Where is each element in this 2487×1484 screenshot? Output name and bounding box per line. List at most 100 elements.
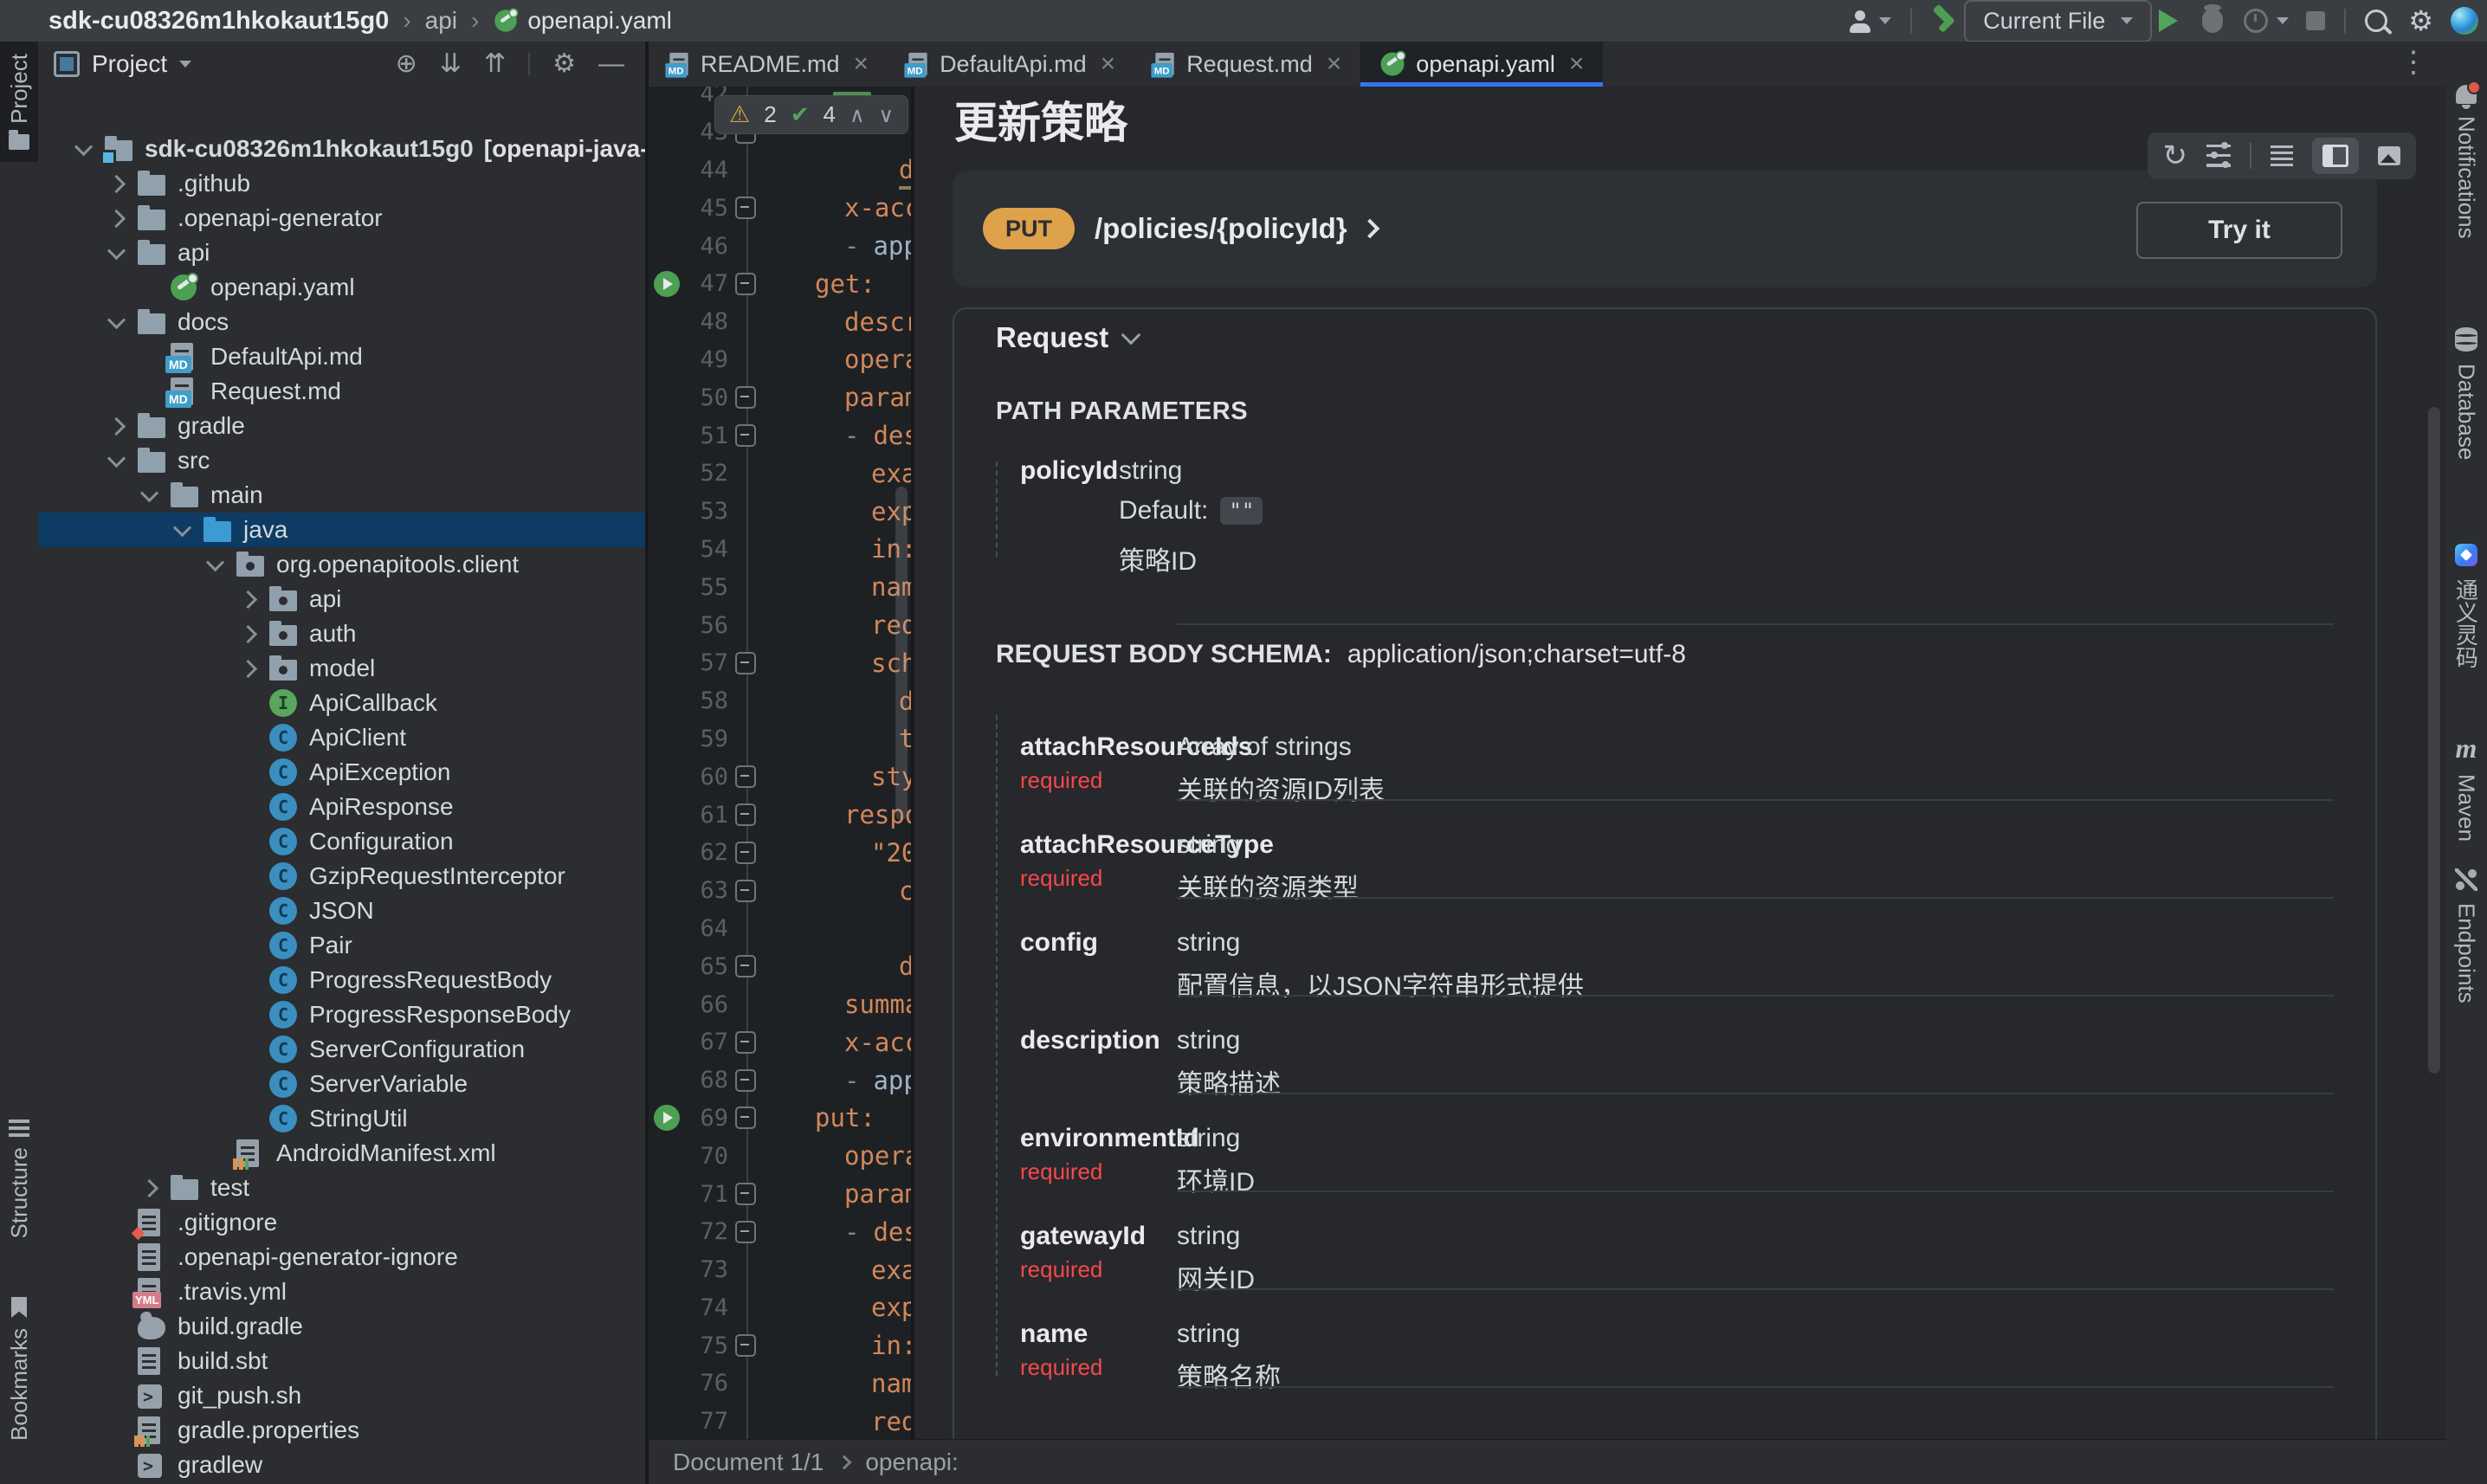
tree-row[interactable]: java [38, 513, 645, 547]
refresh-icon[interactable] [2163, 141, 2188, 171]
tree-row[interactable]: build.sbt [38, 1344, 645, 1378]
tree-row[interactable]: .openapi-generator [38, 201, 645, 236]
tree-row[interactable]: .openapi-generator-ignore [38, 1240, 645, 1274]
tree-chevron-icon[interactable] [239, 624, 257, 642]
tree-row[interactable]: ApiClient [38, 720, 645, 755]
api-endpoint-run-icon[interactable] [654, 1105, 680, 1131]
tree-row[interactable]: src [38, 443, 645, 478]
fold-marker-icon[interactable] [735, 842, 756, 864]
profiler-button[interactable] [2244, 9, 2268, 33]
fold-marker-icon[interactable] [735, 1031, 756, 1054]
tree-row[interactable]: git_push.sh [38, 1378, 645, 1413]
tree-row[interactable]: StringUtil [38, 1101, 645, 1136]
tree-row[interactable]: openapi.yaml [38, 270, 645, 305]
tree-row[interactable]: Pair [38, 928, 645, 963]
tree-chevron-icon[interactable] [107, 209, 126, 227]
tree-row[interactable]: gradle.properties [38, 1413, 645, 1448]
split-view-icon[interactable] [2322, 145, 2348, 167]
stop-button[interactable] [2306, 11, 2325, 30]
tree-row[interactable]: DefaultApi.md [38, 339, 645, 374]
tree-row[interactable]: AndroidManifest.xml [38, 1136, 645, 1171]
tree-row[interactable]: api [38, 236, 645, 270]
tree-row[interactable]: docs [38, 305, 645, 339]
close-tab-icon[interactable]: × [1327, 51, 1342, 77]
tree-row[interactable]: ApiCallback [38, 686, 645, 720]
fold-marker-icon[interactable] [735, 880, 756, 902]
tree-row[interactable]: api [38, 582, 645, 616]
tree-row[interactable]: test [38, 1171, 645, 1205]
collapse-all-icon[interactable] [484, 51, 506, 77]
api-endpoint-run-icon[interactable] [654, 271, 680, 297]
chevron-down-icon[interactable] [2277, 17, 2289, 24]
tree-chevron-icon[interactable] [239, 590, 257, 608]
options-gear-icon[interactable] [552, 51, 576, 77]
next-problem-icon[interactable] [879, 101, 895, 128]
tool-stripe-item[interactable]: Notifications [2445, 85, 2487, 239]
hide-panel-icon[interactable] [598, 51, 624, 77]
tree-row[interactable]: Request.md [38, 374, 645, 409]
document-position-crumb[interactable]: Document 1/1 [673, 1449, 824, 1476]
tree-row[interactable]: build.gradle [38, 1309, 645, 1344]
settings-gear-icon[interactable] [2408, 7, 2433, 35]
fold-marker-icon[interactable] [735, 1107, 756, 1129]
fold-marker-icon[interactable] [735, 273, 756, 295]
run-configuration-select[interactable]: Current File [1964, 0, 2152, 42]
tool-stripe-item[interactable]: Maven [2445, 734, 2487, 842]
tool-stripe-item[interactable]: Endpoints [2445, 868, 2487, 1003]
yaml-path-crumb[interactable]: openapi: [865, 1449, 958, 1476]
debug-button[interactable] [2202, 9, 2223, 33]
tree-chevron-icon[interactable] [107, 174, 126, 192]
tree-row[interactable]: GzipRequestInterceptor [38, 859, 645, 894]
tree-row[interactable]: ApiException [38, 755, 645, 790]
editor-only-view-icon[interactable] [2271, 145, 2293, 166]
fold-marker-icon[interactable] [735, 197, 756, 219]
tree-chevron-icon[interactable] [74, 138, 93, 156]
close-tab-icon[interactable]: × [1101, 51, 1116, 77]
project-panel-title[interactable]: Project [92, 50, 167, 78]
breadcrumb-dir[interactable]: api [425, 7, 457, 35]
fold-marker-icon[interactable] [735, 386, 756, 409]
tool-stripe-item[interactable]: 通义灵码 [2445, 544, 2487, 668]
tree-row[interactable]: model [38, 651, 645, 686]
editor-tab[interactable]: Request.md × [1134, 42, 1360, 87]
tool-stripe-project[interactable]: Project [0, 42, 38, 162]
user-account-icon[interactable] [1850, 10, 1870, 31]
fold-marker-icon[interactable] [735, 1069, 756, 1092]
tree-row[interactable]: ServerConfiguration [38, 1032, 645, 1067]
tree-row[interactable]: ApiResponse [38, 790, 645, 824]
tree-row[interactable]: sdk-cu08326m1hkokaut15g0 [openapi-java-c… [38, 132, 645, 166]
chevron-down-icon[interactable] [1879, 17, 1891, 24]
code-editor[interactable]: 42 43 44 d [649, 87, 911, 1440]
endpoint-path[interactable]: /policies/{policyId} [1095, 212, 1377, 245]
tree-chevron-icon[interactable] [206, 553, 224, 571]
tree-chevron-icon[interactable] [239, 659, 257, 677]
build-hammer-icon[interactable] [1931, 8, 1957, 34]
editor-tab[interactable]: DefaultApi.md × [888, 42, 1134, 87]
close-tab-icon[interactable]: × [1569, 51, 1585, 77]
editor-scrollbar[interactable] [895, 487, 908, 820]
tree-row[interactable]: auth [38, 616, 645, 651]
close-tab-icon[interactable]: × [854, 51, 869, 77]
tree-row[interactable]: ProgressResponseBody [38, 997, 645, 1032]
ide-avatar-sphere-icon[interactable] [2451, 7, 2478, 35]
preview-only-view-icon[interactable] [2378, 146, 2400, 165]
fold-marker-icon[interactable] [735, 765, 756, 788]
tree-row[interactable]: main [38, 478, 645, 513]
more-options-icon[interactable]: ⋮ [2399, 45, 2428, 80]
select-opened-file-icon[interactable] [396, 51, 417, 77]
fold-marker-icon[interactable] [735, 955, 756, 978]
tree-row[interactable]: ProgressRequestBody [38, 963, 645, 997]
tree-chevron-icon[interactable] [107, 449, 126, 468]
editor-tab[interactable]: README.md × [649, 42, 888, 87]
search-everywhere-icon[interactable] [2365, 10, 2387, 32]
tree-row[interactable]: JSON [38, 894, 645, 928]
tree-chevron-icon[interactable] [173, 519, 191, 537]
try-it-button[interactable]: Try it [2136, 202, 2342, 259]
fold-marker-icon[interactable] [735, 1221, 756, 1243]
breadcrumb-file[interactable]: openapi.yaml [527, 7, 672, 35]
tree-row[interactable]: gradle [38, 409, 645, 443]
breadcrumb-project[interactable]: sdk-cu08326m1hkokaut15g0 [48, 7, 389, 35]
tree-row[interactable]: gradlew [38, 1448, 645, 1482]
tree-row[interactable]: Configuration [38, 824, 645, 859]
tree-row[interactable]: .github [38, 166, 645, 201]
